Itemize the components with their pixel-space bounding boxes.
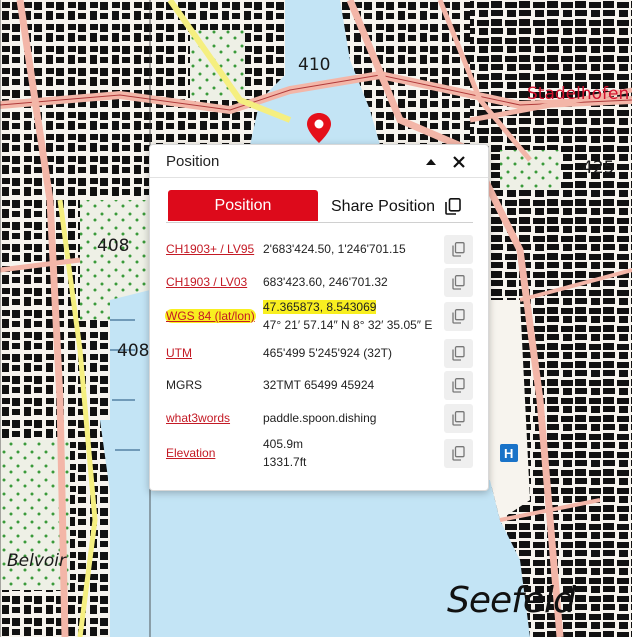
copy-button[interactable] [444, 439, 473, 468]
copy-icon [452, 446, 465, 461]
coord-value: 465'499 5'245'924 (32T) [263, 346, 392, 360]
copy-icon [452, 275, 465, 290]
copy-button[interactable] [444, 302, 473, 331]
elevation-feet: 1331.7ft [263, 455, 307, 469]
copy-icon [452, 346, 465, 361]
coord-label-link[interactable]: CH1903+ / LV95 [166, 242, 254, 256]
copy-icon [452, 242, 465, 257]
coord-value: 2'683'424.50, 1'246'701.15 [263, 242, 406, 256]
copy-button[interactable] [444, 339, 473, 368]
coord-value: paddle.spoon.dishing [263, 411, 377, 425]
copy-button[interactable] [444, 268, 473, 297]
copy-button[interactable] [444, 235, 473, 264]
coord-label-link[interactable]: Elevation [166, 446, 215, 460]
coord-value: 32TMT 65499 45924 [263, 378, 375, 392]
copy-icon [452, 378, 465, 393]
position-popup: Position Position Share Position CH1903+… [149, 144, 489, 491]
copy-icon[interactable] [445, 198, 461, 215]
coord-label-link[interactable]: UTM [166, 346, 192, 360]
copy-button[interactable] [444, 404, 473, 433]
position-tabs: Position Share Position [166, 190, 473, 223]
tab-share-position[interactable]: Share Position [331, 190, 435, 223]
place-label-seefeld: Seefeld [447, 580, 576, 621]
copy-icon [452, 309, 465, 324]
coord-label-link[interactable]: CH1903 / LV03 [166, 275, 247, 289]
close-icon[interactable] [449, 152, 469, 172]
copy-button[interactable] [444, 371, 473, 400]
svg-text:H: H [504, 446, 513, 461]
elevation-meters: 405.9m [263, 437, 304, 451]
coord-value: 683'423.60, 246'701.32 [263, 275, 388, 289]
coord-label-link[interactable]: what3words [166, 411, 230, 425]
coord-value: 47.365873, 8.543069 [263, 300, 377, 314]
elevation-label: 408 [97, 236, 130, 256]
elevation-label: 410 [298, 55, 331, 75]
coord-label: MGRS [166, 378, 202, 392]
elevation-label: 408 [117, 341, 150, 361]
copy-icon [452, 411, 465, 426]
tab-position[interactable]: Position [168, 190, 318, 221]
coord-value-dms: 47° 21′ 57.14″ N 8° 32′ 35.05″ E [263, 318, 433, 332]
popup-title: Position [166, 153, 220, 170]
place-label-belvoir: Belvoir [7, 551, 67, 571]
elevation-label: 425 [582, 158, 615, 178]
coord-label-link[interactable]: WGS 84 (lat/lon) [165, 309, 256, 323]
collapse-icon[interactable] [422, 153, 440, 171]
location-pin-icon[interactable] [307, 113, 331, 143]
place-label-stadelhofen: Stadelhofen [527, 84, 630, 104]
popup-header: Position [150, 145, 488, 178]
